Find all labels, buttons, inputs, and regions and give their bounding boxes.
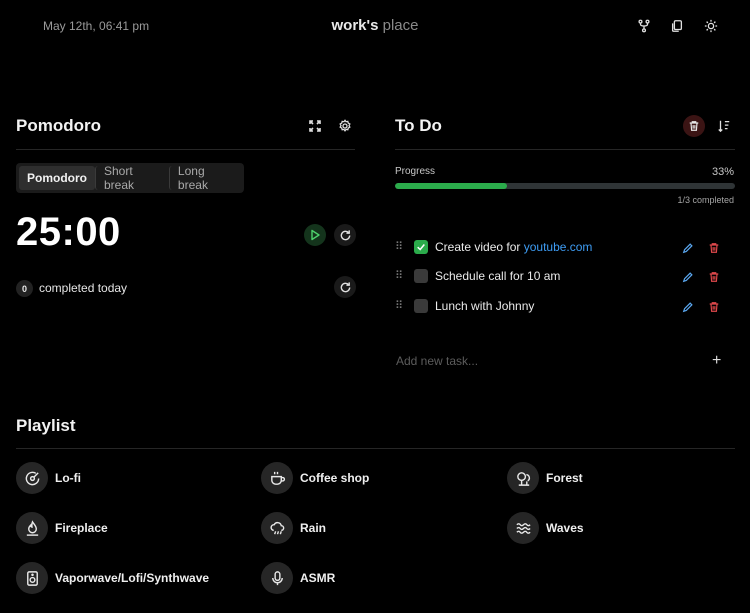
pomodoro-title: Pomodoro xyxy=(16,116,101,135)
edit-task-button[interactable] xyxy=(682,241,694,259)
playlist-item-rain[interactable]: Rain xyxy=(261,512,326,544)
sort-icon[interactable] xyxy=(716,118,731,133)
settings-gear-icon[interactable] xyxy=(337,118,352,133)
clear-tasks-button[interactable] xyxy=(683,115,705,137)
edit-task-button[interactable] xyxy=(682,270,694,288)
playlist-item-label: Vaporwave/Lofi/Synthwave xyxy=(55,571,210,585)
playlist-item-waves[interactable]: Waves xyxy=(507,512,584,544)
task-item: ⠿ Lunch with Johnny xyxy=(395,297,735,317)
task-text-main: Create video for xyxy=(435,240,524,254)
edit-task-button[interactable] xyxy=(682,300,694,318)
speaker-icon xyxy=(16,562,48,594)
flame-icon xyxy=(16,512,48,544)
pencil-icon xyxy=(682,243,693,254)
tab-pomodoro[interactable]: Pomodoro xyxy=(19,166,95,190)
task-link[interactable]: youtube.com xyxy=(524,240,593,254)
vinyl-icon xyxy=(16,462,48,494)
progress-bar-fill xyxy=(395,183,508,189)
sun-icon[interactable] xyxy=(703,18,719,34)
playlist-item-coffee-shop[interactable]: Coffee shop xyxy=(261,462,369,494)
copy-icon[interactable] xyxy=(669,18,685,34)
playlist-item-label: Lo-fi xyxy=(55,471,81,485)
reset-timer-button[interactable] xyxy=(334,224,356,246)
timer-display: 25:00 xyxy=(16,210,121,254)
app-title-secondary: place xyxy=(382,17,419,34)
drag-handle-icon[interactable]: ⠿ xyxy=(395,270,403,282)
pencil-icon xyxy=(682,302,693,313)
task-checkbox[interactable] xyxy=(414,269,428,283)
app-title-primary: work's xyxy=(331,17,379,34)
playlist-item-label: Fireplace xyxy=(55,521,108,535)
playlist-item-fireplace[interactable]: Fireplace xyxy=(16,512,108,544)
pomodoro-tabs: Pomodoro Short break Long break xyxy=(16,163,244,193)
add-task-input[interactable] xyxy=(396,354,686,368)
trash-icon xyxy=(709,302,719,312)
trash-icon xyxy=(689,121,699,131)
todo-divider xyxy=(395,149,735,150)
playlist-title: Playlist xyxy=(16,416,76,435)
playlist-divider xyxy=(16,448,735,449)
playlist-item-label: Waves xyxy=(546,521,584,535)
playlist-item-label: Forest xyxy=(546,471,583,485)
task-checkbox[interactable] xyxy=(414,299,428,313)
fork-icon[interactable] xyxy=(636,18,652,34)
tab-long-break[interactable]: Long break xyxy=(168,164,241,192)
playlist-item-lofi[interactable]: Lo-fi xyxy=(16,462,81,494)
waves-icon xyxy=(507,512,539,544)
refresh-icon xyxy=(340,229,350,240)
playlist-item-label: ASMR xyxy=(300,571,336,585)
task-text: Create video for youtube.com xyxy=(435,240,592,254)
check-icon xyxy=(417,244,425,251)
delete-task-button[interactable] xyxy=(708,241,720,259)
rain-cloud-icon xyxy=(261,512,293,544)
trees-icon xyxy=(507,462,539,494)
coffee-icon xyxy=(261,462,293,494)
task-checkbox[interactable] xyxy=(414,240,428,254)
playlist-item-label: Rain xyxy=(300,521,327,535)
completed-count-badge: 0 xyxy=(16,280,33,297)
play-icon xyxy=(311,229,320,241)
pomodoro-divider xyxy=(16,149,355,150)
task-item: ⠿ Create video for youtube.com xyxy=(395,238,735,258)
trash-icon xyxy=(709,272,719,282)
reset-count-button[interactable] xyxy=(334,276,356,298)
playlist-item-asmr[interactable]: ASMR xyxy=(261,562,335,594)
progress-bar xyxy=(395,183,735,189)
play-button[interactable] xyxy=(304,224,326,246)
drag-handle-icon[interactable]: ⠿ xyxy=(395,241,403,253)
task-text: Schedule call for 10 am xyxy=(435,269,561,283)
progress-count: 1/3 completed xyxy=(677,195,734,205)
playlist-item-vaporwave[interactable]: Vaporwave/Lofi/Synthwave xyxy=(16,562,209,594)
microphone-icon xyxy=(261,562,293,594)
task-item: ⠿ Schedule call for 10 am xyxy=(395,267,735,287)
fullscreen-icon[interactable] xyxy=(308,119,322,133)
pencil-icon xyxy=(682,272,693,283)
refresh-icon xyxy=(340,281,350,292)
playlist-item-forest[interactable]: Forest xyxy=(507,462,583,494)
drag-handle-icon[interactable]: ⠿ xyxy=(395,300,403,312)
delete-task-button[interactable] xyxy=(708,270,720,288)
progress-label: Progress xyxy=(395,166,436,177)
todo-title: To Do xyxy=(395,116,442,135)
trash-icon xyxy=(709,243,719,253)
tab-short-break[interactable]: Short break xyxy=(95,164,169,192)
add-task-button[interactable]: + xyxy=(712,352,728,369)
playlist-item-label: Coffee shop xyxy=(300,471,370,485)
completed-today-label: completed today xyxy=(39,281,128,295)
delete-task-button[interactable] xyxy=(708,300,720,318)
task-text: Lunch with Johnny xyxy=(435,299,535,313)
progress-percent: 33% xyxy=(711,166,734,178)
